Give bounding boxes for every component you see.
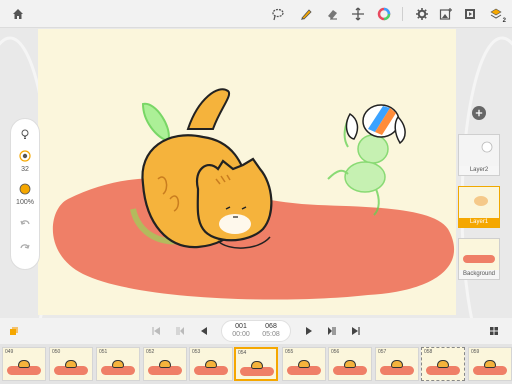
current-frame-number: 001 — [235, 323, 247, 330]
lightbulb-icon[interactable] — [14, 125, 36, 143]
frame-filmstrip: 049 050 051 052 053 054 055 056 057 058 … — [0, 344, 512, 384]
stack-count: 2 — [502, 18, 506, 24]
layer-item-background[interactable]: Background — [458, 238, 500, 280]
color-wheel-icon[interactable] — [374, 4, 394, 24]
frame-thumb[interactable]: 052 — [143, 347, 187, 381]
animation-app: 2 32 100% Layer2 Layer1 Background 001 0… — [0, 0, 512, 384]
layer-name: Layer1 — [459, 218, 499, 227]
eraser-icon[interactable] — [322, 4, 342, 24]
add-layer-button[interactable] — [472, 106, 486, 120]
frame-number: 052 — [146, 349, 155, 355]
frame-number: 049 — [5, 349, 14, 355]
frame-number: 056 — [331, 349, 340, 355]
cat-character — [141, 88, 273, 249]
lasso-icon[interactable] — [268, 4, 288, 24]
pencil-icon[interactable] — [296, 4, 316, 24]
film-icon[interactable] — [460, 4, 480, 24]
frame-thumb[interactable]: 049 — [2, 347, 46, 381]
frame-number: 050 — [52, 349, 61, 355]
frame-thumb[interactable]: 059 — [468, 347, 512, 381]
undo-icon[interactable] — [14, 215, 36, 233]
layer-name: Background — [459, 270, 499, 279]
redo-icon[interactable] — [14, 239, 36, 257]
home-icon[interactable] — [8, 4, 28, 24]
frame-number: 051 — [99, 349, 108, 355]
gear-icon[interactable] — [412, 4, 432, 24]
brush-size-value: 32 — [21, 166, 29, 173]
frame-number: 057 — [378, 349, 387, 355]
play-button[interactable] — [301, 323, 317, 339]
onion-skin-icon[interactable] — [6, 323, 22, 339]
prev-keyframe-icon[interactable] — [172, 323, 188, 339]
frame-thumb[interactable]: 051 — [96, 347, 140, 381]
top-toolbar: 2 — [0, 0, 512, 28]
grid-view-icon[interactable] — [486, 323, 502, 339]
drawing-canvas[interactable] — [38, 29, 456, 315]
frame-thumb[interactable]: 050 — [49, 347, 93, 381]
stack-icon[interactable]: 2 — [486, 4, 506, 24]
layer-item-layer1[interactable]: Layer1 — [458, 186, 500, 228]
move-icon[interactable] — [348, 4, 368, 24]
frame-number: 053 — [192, 349, 201, 355]
frame-thumb[interactable]: 057 — [375, 347, 419, 381]
last-frame-icon[interactable] — [348, 323, 364, 339]
total-frames: 068 05:08 — [256, 323, 286, 339]
next-keyframe-icon[interactable] — [324, 323, 340, 339]
total-time: 05:08 — [262, 331, 280, 338]
total-frame-number: 068 — [265, 323, 277, 330]
frame-counter[interactable]: 001 00:00 068 05:08 — [221, 320, 291, 342]
brush-size-button[interactable] — [14, 147, 36, 165]
frame-number: 054 — [238, 350, 247, 356]
frame-number: 058 — [424, 349, 433, 355]
image-add-icon[interactable] — [436, 4, 456, 24]
frame-thumb[interactable]: 058 — [421, 347, 465, 381]
opacity-value: 100% — [16, 199, 34, 206]
first-frame-icon[interactable] — [148, 323, 164, 339]
frame-thumb-current[interactable]: 054 — [234, 347, 278, 381]
frame-thumb[interactable]: 056 — [328, 347, 372, 381]
frame-thumb[interactable]: 055 — [282, 347, 326, 381]
frame-thumb[interactable]: 053 — [189, 347, 233, 381]
frame-number: 059 — [471, 349, 480, 355]
frame-number: 055 — [285, 349, 294, 355]
layers-panel: Layer2 Layer1 Background — [458, 106, 502, 280]
current-frame: 001 00:00 — [226, 323, 256, 339]
prev-frame-icon[interactable] — [196, 323, 212, 339]
layer-item-layer2[interactable]: Layer2 — [458, 134, 500, 176]
layer-name: Layer2 — [459, 166, 499, 175]
brush-color-button[interactable] — [14, 180, 36, 198]
tool-rail: 32 100% — [10, 118, 40, 270]
current-time: 00:00 — [232, 331, 250, 338]
